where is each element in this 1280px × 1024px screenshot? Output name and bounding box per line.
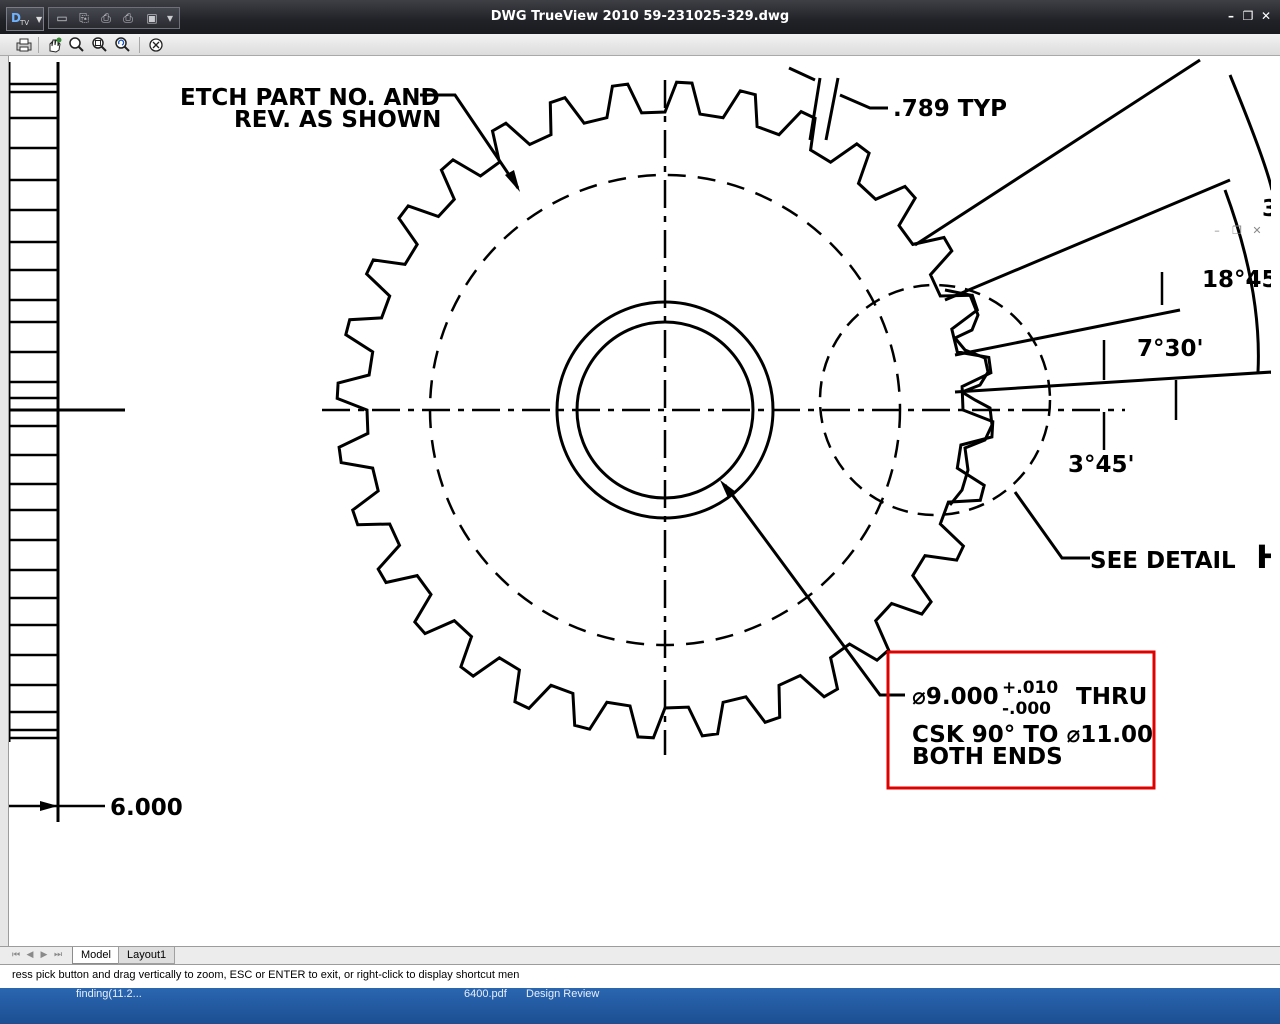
last-tab-icon[interactable]: ⏭ [52,949,64,961]
restore-button[interactable]: ❐ [1241,9,1255,23]
angle-18-45: 18°45' [1202,267,1271,293]
zoom-realtime-icon[interactable] [67,36,87,54]
tab-model[interactable]: Model [72,947,120,964]
window-title: DWG TrueView 2010 59-231025-329.dwg [490,9,790,24]
toolbar-separator [139,37,140,53]
angle-arc [1228,74,1271,191]
viewport-minimize-icon[interactable]: – [1210,224,1224,238]
partial-text-3: 3 [1262,196,1271,222]
angle-line [914,58,1201,247]
zoom-window-icon[interactable] [90,36,110,54]
leader-line [839,93,888,110]
toolbar [0,34,1280,56]
canvas-left-edge [0,56,9,946]
layout-tabs-bar: ⏮ ◀ ▶ ⏭ Model Layout1 [0,946,1280,964]
see-detail-note: SEE DETAIL [1090,548,1236,574]
pan-icon[interactable] [44,36,64,54]
hole-diameter: ⌀9.000 [912,684,999,710]
dimension-line [808,77,822,141]
command-line[interactable]: ress pick button and drag vertically to … [0,964,1280,988]
arrowhead [40,801,58,811]
taskbar-item-finding[interactable]: finding(11.2... [76,988,142,1000]
viewport-controls: – ❐ ✕ [1210,224,1270,240]
leader-line [723,484,905,697]
taskbar: finding(11.2... 6400.pdf Design Review [0,988,1280,1024]
tolerance-plus: +.010 [1002,678,1058,698]
viewport-close-icon[interactable]: ✕ [1250,224,1264,238]
etch-note-line2: REV. AS SHOWN [234,107,441,133]
taskbar-item-design-review[interactable]: Design Review [526,988,599,1000]
toolbar-separator [38,37,39,53]
viewport-restore-icon[interactable]: ❐ [1230,224,1244,238]
angle-7-30: 7°30' [1137,336,1204,362]
first-tab-icon[interactable]: ⏮ [10,949,22,961]
tab-layout1[interactable]: Layout1 [118,947,176,964]
title-bar: D TV ▼ ▭ ⎘ ⎙ ⎙ ▣ ▾ DWG TrueView 2010 59-… [0,0,1280,34]
detail-teeth [944,288,994,506]
angle-3-45: 3°45' [1068,452,1135,478]
close-button[interactable]: ✕ [1259,9,1273,23]
close-drawing-icon[interactable] [146,36,166,54]
drawing-area[interactable]: ETCH PART NO. AND REV. AS SHOWN .789 TYP… [9,56,1271,946]
minimize-button[interactable]: – [1224,9,1238,23]
taskbar-item-pdf[interactable]: 6400.pdf [464,988,507,1000]
dimension-6000: 6.000 [110,795,183,821]
prev-tab-icon[interactable]: ◀ [24,949,36,961]
detail-circle [818,283,1052,517]
typ-dimension: .789 TYP [893,96,1007,122]
partial-text-h: H [1256,538,1271,576]
plot-icon[interactable] [14,36,34,54]
dimension-line [824,77,840,141]
zoom-previous-icon[interactable] [113,36,133,54]
angle-line [954,370,1271,394]
tolerance-minus: -.000 [1002,699,1051,719]
next-tab-icon[interactable]: ▶ [38,949,50,961]
dimension-line [788,66,816,82]
thru-text: THRU [1076,684,1147,710]
leader-line [1013,491,1090,560]
both-ends-note: BOTH ENDS [912,744,1063,770]
command-prompt-text: ress pick button and drag vertically to … [12,969,520,981]
